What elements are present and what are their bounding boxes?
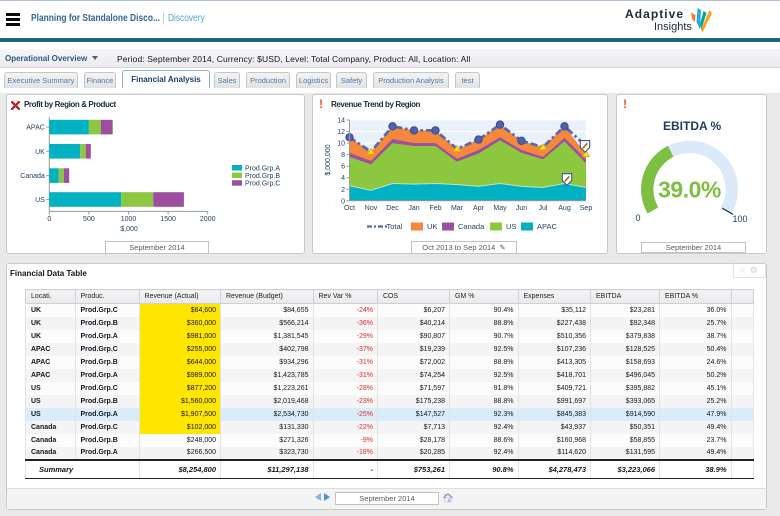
svg-text:1000: 1000 [121,216,137,223]
svg-text:$,000: $,000 [120,226,138,233]
svg-text:1500: 1500 [160,216,176,223]
svg-text:Canada: Canada [20,173,45,180]
svg-text:39.0%: 39.0% [658,176,721,202]
svg-text:$,000,000: $,000,000 [325,144,332,175]
svg-text:Oct: Oct [344,205,355,212]
svg-text:14: 14 [337,118,345,125]
svg-text:Jul: Jul [539,205,548,212]
svg-text:US: US [506,222,516,231]
svg-text:Aug: Aug [558,205,571,212]
svg-text:2: 2 [341,187,345,194]
svg-text:Jun: Jun [516,205,527,212]
svg-text:500: 500 [83,216,95,223]
svg-text:8: 8 [341,152,345,159]
svg-text:Sep: Sep [580,205,593,212]
svg-text:US: US [35,197,45,204]
svg-text:Apr: Apr [473,205,485,212]
svg-text:0: 0 [47,216,51,223]
svg-text:UK: UK [35,149,45,156]
svg-text:0: 0 [635,213,640,223]
svg-text:Canada: Canada [458,222,485,231]
svg-text:Prod.Grp.A: Prod.Grp.A [245,165,280,172]
svg-text:APAC: APAC [26,125,45,132]
svg-text:2000: 2000 [200,216,216,223]
svg-text:Prod.Grp.B: Prod.Grp.B [245,173,280,180]
svg-text:Dec: Dec [386,205,399,212]
svg-text:Feb: Feb [429,205,441,212]
svg-text:May: May [493,205,507,212]
svg-text:6: 6 [341,164,345,171]
svg-text:Mar: Mar [451,205,464,212]
svg-text:100: 100 [732,214,747,224]
svg-text:10: 10 [337,141,345,148]
svg-text:Nov: Nov [365,205,378,212]
svg-text:Jan: Jan [408,205,419,212]
svg-text:12: 12 [337,129,345,136]
svg-text:Total: Total [387,222,403,231]
svg-text:4: 4 [341,175,345,182]
svg-text:UK: UK [427,222,437,231]
svg-text:Prod.Grp.C: Prod.Grp.C [245,181,280,188]
svg-text:APAC: APAC [537,222,557,231]
